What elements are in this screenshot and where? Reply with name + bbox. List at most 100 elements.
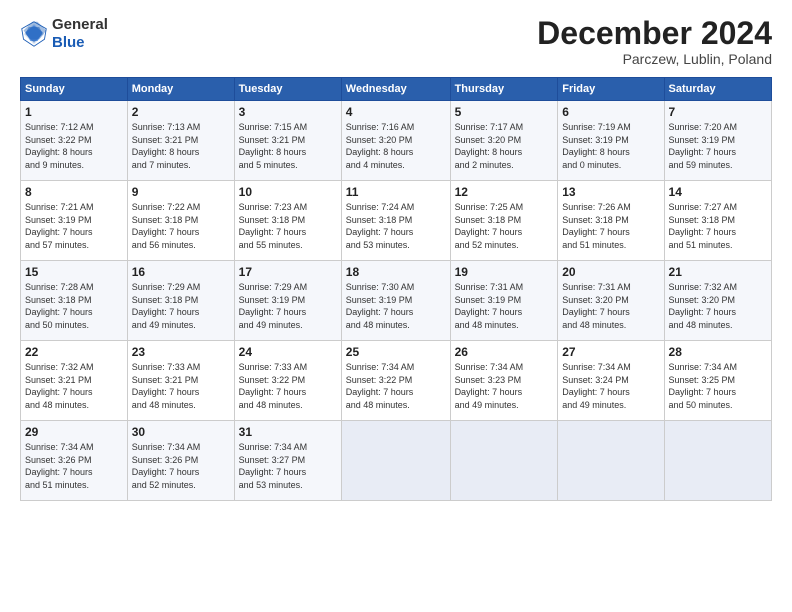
day-detail: Sunrise: 7:27 AM Sunset: 3:18 PM Dayligh… bbox=[669, 201, 767, 251]
table-row: 16Sunrise: 7:29 AM Sunset: 3:18 PM Dayli… bbox=[127, 261, 234, 341]
table-row: 8 Sunrise: 7:21 AM Sunset: 3:19 PM Daylig… bbox=[21, 181, 128, 261]
table-row: 22 Sunrise: 7:32 AM Sunset: 3:21 PM Dayli… bbox=[21, 341, 128, 421]
table-row: 10 Sunrise: 7:23 AM Sunset: 3:18 PM Dayli… bbox=[234, 181, 341, 261]
col-tuesday: Tuesday bbox=[234, 78, 341, 101]
table-row bbox=[558, 421, 664, 501]
table-row: 19 Sunrise: 7:31 AM Sunset: 3:19 PM Dayli… bbox=[450, 261, 558, 341]
col-monday: Monday bbox=[127, 78, 234, 101]
day-number: 9 bbox=[132, 185, 230, 199]
day-detail: Sunrise: 7:21 AM Sunset: 3:19 PM Dayligh… bbox=[25, 201, 123, 251]
table-row: 2 Sunrise: 7:13 AM Sunset: 3:21 PM Daylig… bbox=[127, 101, 234, 181]
day-number: 3 bbox=[239, 105, 337, 119]
day-number: 6 bbox=[562, 105, 659, 119]
day-number: 5 bbox=[455, 105, 554, 119]
day-number: 23 bbox=[132, 345, 230, 359]
day-number: 12 bbox=[455, 185, 554, 199]
day-detail: Sunrise: 7:20 AM Sunset: 3:19 PM Dayligh… bbox=[669, 121, 767, 171]
calendar-header-row: Sunday Monday Tuesday Wednesday Thursday… bbox=[21, 78, 772, 101]
calendar-week-row: 15Sunrise: 7:28 AM Sunset: 3:18 PM Dayli… bbox=[21, 261, 772, 341]
day-detail: Sunrise: 7:26 AM Sunset: 3:18 PM Dayligh… bbox=[562, 201, 659, 251]
table-row: 26 Sunrise: 7:34 AM Sunset: 3:23 PM Dayli… bbox=[450, 341, 558, 421]
table-row: 12 Sunrise: 7:25 AM Sunset: 3:18 PM Dayli… bbox=[450, 181, 558, 261]
table-row: 4 Sunrise: 7:16 AM Sunset: 3:20 PM Daylig… bbox=[341, 101, 450, 181]
day-detail: Sunrise: 7:34 AM Sunset: 3:25 PM Dayligh… bbox=[669, 361, 767, 411]
table-row: 18Sunrise: 7:30 AM Sunset: 3:19 PM Dayli… bbox=[341, 261, 450, 341]
col-saturday: Saturday bbox=[664, 78, 771, 101]
day-number: 8 bbox=[25, 185, 123, 199]
day-detail: Sunrise: 7:19 AM Sunset: 3:19 PM Dayligh… bbox=[562, 121, 659, 171]
table-row: 21 Sunrise: 7:32 AM Sunset: 3:20 PM Dayli… bbox=[664, 261, 771, 341]
page: General Blue December 2024 Parczew, Lubl… bbox=[0, 0, 792, 612]
day-detail: Sunrise: 7:32 AM Sunset: 3:21 PM Dayligh… bbox=[25, 361, 123, 411]
table-row: 24 Sunrise: 7:33 AM Sunset: 3:22 PM Dayli… bbox=[234, 341, 341, 421]
table-row: 23Sunrise: 7:33 AM Sunset: 3:21 PM Dayli… bbox=[127, 341, 234, 421]
day-number: 15 bbox=[25, 265, 123, 279]
col-sunday: Sunday bbox=[21, 78, 128, 101]
day-detail: Sunrise: 7:34 AM Sunset: 3:26 PM Dayligh… bbox=[25, 441, 123, 491]
table-row: 7 Sunrise: 7:20 AM Sunset: 3:19 PM Daylig… bbox=[664, 101, 771, 181]
day-detail: Sunrise: 7:24 AM Sunset: 3:18 PM Dayligh… bbox=[346, 201, 446, 251]
day-detail: Sunrise: 7:34 AM Sunset: 3:22 PM Dayligh… bbox=[346, 361, 446, 411]
day-number: 13 bbox=[562, 185, 659, 199]
location: Parczew, Lublin, Poland bbox=[537, 51, 772, 67]
day-detail: Sunrise: 7:29 AM Sunset: 3:19 PM Dayligh… bbox=[239, 281, 337, 331]
table-row: 3 Sunrise: 7:15 AM Sunset: 3:21 PM Daylig… bbox=[234, 101, 341, 181]
title-section: December 2024 Parczew, Lublin, Poland bbox=[537, 16, 772, 67]
calendar-week-row: 29 Sunrise: 7:34 AM Sunset: 3:26 PM Dayli… bbox=[21, 421, 772, 501]
day-number: 10 bbox=[239, 185, 337, 199]
day-detail: Sunrise: 7:16 AM Sunset: 3:20 PM Dayligh… bbox=[346, 121, 446, 171]
day-detail: Sunrise: 7:34 AM Sunset: 3:23 PM Dayligh… bbox=[455, 361, 554, 411]
day-detail: Sunrise: 7:23 AM Sunset: 3:18 PM Dayligh… bbox=[239, 201, 337, 251]
day-detail: Sunrise: 7:34 AM Sunset: 3:27 PM Dayligh… bbox=[239, 441, 337, 491]
day-number: 11 bbox=[346, 185, 446, 199]
table-row: 9 Sunrise: 7:22 AM Sunset: 3:18 PM Daylig… bbox=[127, 181, 234, 261]
day-number: 16 bbox=[132, 265, 230, 279]
day-detail: Sunrise: 7:15 AM Sunset: 3:21 PM Dayligh… bbox=[239, 121, 337, 171]
table-row: 5 Sunrise: 7:17 AM Sunset: 3:20 PM Daylig… bbox=[450, 101, 558, 181]
table-row: 31 Sunrise: 7:34 AM Sunset: 3:27 PM Dayli… bbox=[234, 421, 341, 501]
day-number: 17 bbox=[239, 265, 337, 279]
logo-icon bbox=[20, 20, 48, 48]
day-detail: Sunrise: 7:31 AM Sunset: 3:20 PM Dayligh… bbox=[562, 281, 659, 331]
day-detail: Sunrise: 7:12 AM Sunset: 3:22 PM Dayligh… bbox=[25, 121, 123, 171]
col-thursday: Thursday bbox=[450, 78, 558, 101]
calendar-week-row: 1 Sunrise: 7:12 AM Sunset: 3:22 PM Daylig… bbox=[21, 101, 772, 181]
day-number: 22 bbox=[25, 345, 123, 359]
day-detail: Sunrise: 7:31 AM Sunset: 3:19 PM Dayligh… bbox=[455, 281, 554, 331]
table-row bbox=[450, 421, 558, 501]
table-row: 20 Sunrise: 7:31 AM Sunset: 3:20 PM Dayli… bbox=[558, 261, 664, 341]
day-number: 26 bbox=[455, 345, 554, 359]
table-row bbox=[664, 421, 771, 501]
day-number: 25 bbox=[346, 345, 446, 359]
day-detail: Sunrise: 7:25 AM Sunset: 3:18 PM Dayligh… bbox=[455, 201, 554, 251]
day-detail: Sunrise: 7:32 AM Sunset: 3:20 PM Dayligh… bbox=[669, 281, 767, 331]
day-number: 31 bbox=[239, 425, 337, 439]
header: General Blue December 2024 Parczew, Lubl… bbox=[20, 16, 772, 67]
day-detail: Sunrise: 7:13 AM Sunset: 3:21 PM Dayligh… bbox=[132, 121, 230, 171]
table-row: 13 Sunrise: 7:26 AM Sunset: 3:18 PM Dayli… bbox=[558, 181, 664, 261]
day-number: 2 bbox=[132, 105, 230, 119]
table-row: 1 Sunrise: 7:12 AM Sunset: 3:22 PM Daylig… bbox=[21, 101, 128, 181]
day-number: 19 bbox=[455, 265, 554, 279]
logo-text: General Blue bbox=[52, 16, 108, 52]
day-number: 21 bbox=[669, 265, 767, 279]
day-number: 29 bbox=[25, 425, 123, 439]
day-detail: Sunrise: 7:17 AM Sunset: 3:20 PM Dayligh… bbox=[455, 121, 554, 171]
day-number: 7 bbox=[669, 105, 767, 119]
day-number: 27 bbox=[562, 345, 659, 359]
table-row: 28Sunrise: 7:34 AM Sunset: 3:25 PM Dayli… bbox=[664, 341, 771, 421]
logo: General Blue bbox=[20, 16, 108, 52]
day-number: 4 bbox=[346, 105, 446, 119]
calendar-table: Sunday Monday Tuesday Wednesday Thursday… bbox=[20, 77, 772, 501]
table-row: 11 Sunrise: 7:24 AM Sunset: 3:18 PM Dayli… bbox=[341, 181, 450, 261]
table-row: 30Sunrise: 7:34 AM Sunset: 3:26 PM Dayli… bbox=[127, 421, 234, 501]
table-row: 6 Sunrise: 7:19 AM Sunset: 3:19 PM Daylig… bbox=[558, 101, 664, 181]
day-detail: Sunrise: 7:33 AM Sunset: 3:22 PM Dayligh… bbox=[239, 361, 337, 411]
day-number: 24 bbox=[239, 345, 337, 359]
day-number: 1 bbox=[25, 105, 123, 119]
table-row: 15Sunrise: 7:28 AM Sunset: 3:18 PM Dayli… bbox=[21, 261, 128, 341]
col-wednesday: Wednesday bbox=[341, 78, 450, 101]
col-friday: Friday bbox=[558, 78, 664, 101]
day-detail: Sunrise: 7:22 AM Sunset: 3:18 PM Dayligh… bbox=[132, 201, 230, 251]
day-number: 20 bbox=[562, 265, 659, 279]
